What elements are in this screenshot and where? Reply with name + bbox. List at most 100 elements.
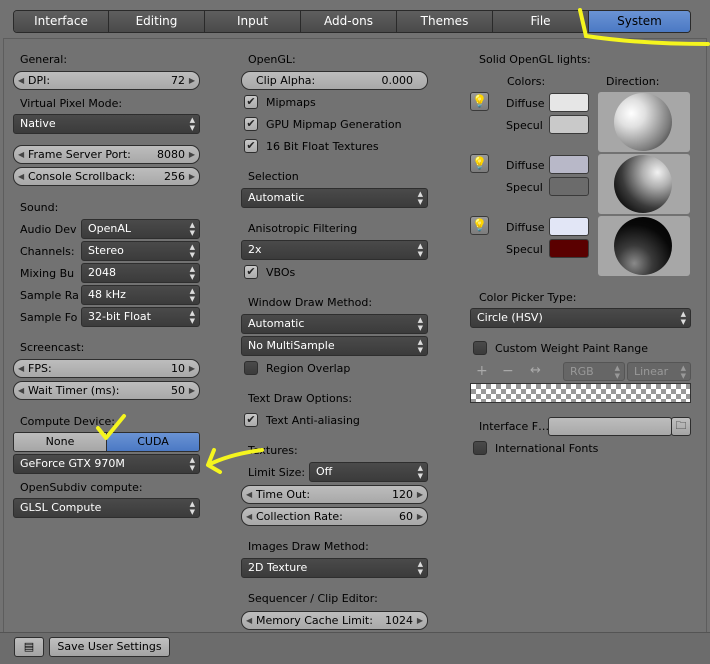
compute-device-title: Compute Device:: [20, 415, 115, 428]
interface-font-input[interactable]: [548, 417, 672, 436]
custom-weight-range-checkbox[interactable]: [473, 341, 487, 355]
mipmaps-checkbox[interactable]: ✔: [244, 95, 258, 109]
channels-value: Stereo: [88, 244, 124, 257]
frame-server-port-field[interactable]: ◀ Frame Server Port: 8080 ▶: [13, 145, 200, 164]
memory-cache-field[interactable]: ◀ Memory Cache Limit: 1024 ▶: [241, 611, 428, 630]
decrement-arrow-icon: ◀: [18, 172, 25, 181]
light-2-direction-sphere[interactable]: [598, 154, 690, 214]
decrement-arrow-icon: ◀: [18, 76, 25, 85]
light-1-diffuse-swatch[interactable]: [549, 93, 589, 112]
updown-arrow-icon: ▲ ▼: [189, 116, 195, 132]
dpi-field[interactable]: ◀ DPI: 72 ▶: [13, 71, 200, 90]
memory-cache-label: Memory Cache Limit:: [256, 614, 373, 627]
selection-title: Selection: [248, 170, 299, 183]
selection-select[interactable]: Automatic ▲ ▼: [241, 188, 428, 208]
sample-rate-select[interactable]: 48 kHz ▲ ▼: [81, 285, 200, 305]
light-1-toggle-bulb-icon[interactable]: 💡: [470, 92, 489, 111]
region-overlap-checkbox[interactable]: [244, 361, 258, 375]
clip-alpha-value: 0.000: [381, 74, 414, 87]
light-2-toggle-bulb-icon[interactable]: 💡: [470, 154, 489, 173]
light-1-specular-swatch[interactable]: [549, 115, 589, 134]
vbos-checkbox[interactable]: ✔: [244, 265, 258, 279]
light-2-specular-swatch[interactable]: [549, 177, 589, 196]
virtual-pixel-mode-select[interactable]: Native ▲ ▼: [13, 114, 200, 134]
tab-addons[interactable]: Add-ons: [301, 11, 397, 32]
region-overlap-label: Region Overlap: [266, 362, 351, 375]
light-3-diffuse-swatch[interactable]: [549, 217, 589, 236]
decrement-arrow-icon: ◀: [246, 616, 253, 625]
light-3-direction-sphere[interactable]: [598, 216, 690, 276]
light-3-specular-swatch[interactable]: [549, 239, 589, 258]
compute-none-button[interactable]: None: [14, 433, 107, 451]
rgb-mode-select[interactable]: RGB ▲ ▼: [563, 362, 625, 381]
international-fonts-checkbox[interactable]: [473, 441, 487, 455]
updown-arrow-icon: ▲ ▼: [189, 500, 195, 516]
mixing-buffer-select[interactable]: 2048 ▲ ▼: [81, 263, 200, 283]
updown-arrow-icon: ▲ ▼: [189, 287, 195, 303]
light-3-ball: [614, 217, 672, 275]
compute-cuda-button[interactable]: CUDA: [107, 433, 199, 451]
tab-file[interactable]: File: [493, 11, 589, 32]
tab-input[interactable]: Input: [205, 11, 301, 32]
save-user-settings-button[interactable]: Save User Settings: [49, 637, 170, 657]
tab-interface[interactable]: Interface: [14, 11, 109, 32]
remove-stop-icon[interactable]: −: [502, 363, 514, 379]
audio-device-select[interactable]: OpenAL ▲ ▼: [81, 219, 200, 239]
sample-format-value: 32-bit Float: [88, 310, 151, 323]
updown-arrow-icon: ▲ ▼: [417, 464, 423, 480]
anisotropic-select[interactable]: 2x ▲ ▼: [241, 240, 428, 260]
color-picker-type-select[interactable]: Circle (HSV) ▲ ▼: [470, 308, 691, 328]
sample-format-label: Sample Fo: [20, 311, 78, 324]
anti-aliasing-checkbox[interactable]: ✔: [244, 413, 258, 427]
window-draw-method-value: Automatic: [248, 317, 305, 330]
tab-system[interactable]: System: [589, 11, 690, 32]
frame-server-port-label: Frame Server Port:: [28, 148, 131, 161]
light-2-diffuse-swatch[interactable]: [549, 155, 589, 174]
tab-editing[interactable]: Editing: [109, 11, 205, 32]
wait-timer-field[interactable]: ◀ Wait Timer (ms): 50 ▶: [13, 381, 200, 400]
limit-size-select[interactable]: Off ▲ ▼: [309, 462, 428, 482]
flip-icon[interactable]: ↔: [530, 363, 541, 378]
updown-arrow-icon: ▲ ▼: [189, 456, 195, 472]
light-2-diffuse-label: Diffuse: [506, 159, 545, 172]
clip-alpha-label: Clip Alpha:: [256, 74, 316, 87]
decrement-arrow-icon: ◀: [18, 150, 25, 159]
light-2-ball: [614, 155, 672, 213]
anti-aliasing-label: Text Anti-aliasing: [266, 414, 360, 427]
sample-format-select[interactable]: 32-bit Float ▲ ▼: [81, 307, 200, 327]
light-1-direction-sphere[interactable]: [598, 92, 690, 152]
collection-rate-field[interactable]: ◀ Collection Rate: 60 ▶: [241, 507, 428, 526]
clip-alpha-field[interactable]: Clip Alpha: 0.000: [241, 71, 428, 90]
window-draw-method-select[interactable]: Automatic ▲ ▼: [241, 314, 428, 334]
tab-themes[interactable]: Themes: [397, 11, 493, 32]
increment-arrow-icon: ▶: [416, 512, 423, 521]
gpu-mipmap-checkbox[interactable]: ✔: [244, 117, 258, 131]
decrement-arrow-icon: ◀: [246, 490, 253, 499]
opengl-title: OpenGL:: [248, 53, 296, 66]
increment-arrow-icon: ▶: [416, 490, 423, 499]
gpu-device-select[interactable]: GeForce GTX 970M ▲ ▼: [13, 454, 200, 474]
general-title: General:: [20, 53, 68, 66]
interpolation-select[interactable]: Linear ▲ ▼: [627, 362, 691, 381]
updown-arrow-icon: ▲ ▼: [680, 364, 686, 380]
opensubdiv-select[interactable]: GLSL Compute ▲ ▼: [13, 498, 200, 518]
channels-select[interactable]: Stereo ▲ ▼: [81, 241, 200, 261]
folder-icon[interactable]: 🗀: [671, 417, 691, 436]
time-out-field[interactable]: ◀ Time Out: 120 ▶: [241, 485, 428, 504]
updown-arrow-icon: ▲ ▼: [417, 316, 423, 332]
fps-field[interactable]: ◀ FPS: 10 ▶: [13, 359, 200, 378]
decrement-arrow-icon: ◀: [18, 364, 25, 373]
updown-arrow-icon: ▲ ▼: [189, 243, 195, 259]
collection-rate-value: 60: [399, 510, 413, 523]
images-draw-method-select[interactable]: 2D Texture ▲ ▼: [241, 558, 428, 578]
gpu-device-value: GeForce GTX 970M: [20, 457, 125, 470]
multisample-select[interactable]: No MultiSample ▲ ▼: [241, 336, 428, 356]
weight-color-ramp[interactable]: [470, 383, 691, 403]
updown-arrow-icon: ▲ ▼: [417, 338, 423, 354]
float-textures-checkbox[interactable]: ✔: [244, 139, 258, 153]
add-stop-icon[interactable]: +: [476, 363, 488, 379]
international-fonts-label: International Fonts: [495, 442, 599, 455]
console-scrollback-field[interactable]: ◀ Console Scrollback: 256 ▶: [13, 167, 200, 186]
editor-type-menu-icon[interactable]: ▤: [14, 637, 44, 657]
light-3-toggle-bulb-icon[interactable]: 💡: [470, 216, 489, 235]
